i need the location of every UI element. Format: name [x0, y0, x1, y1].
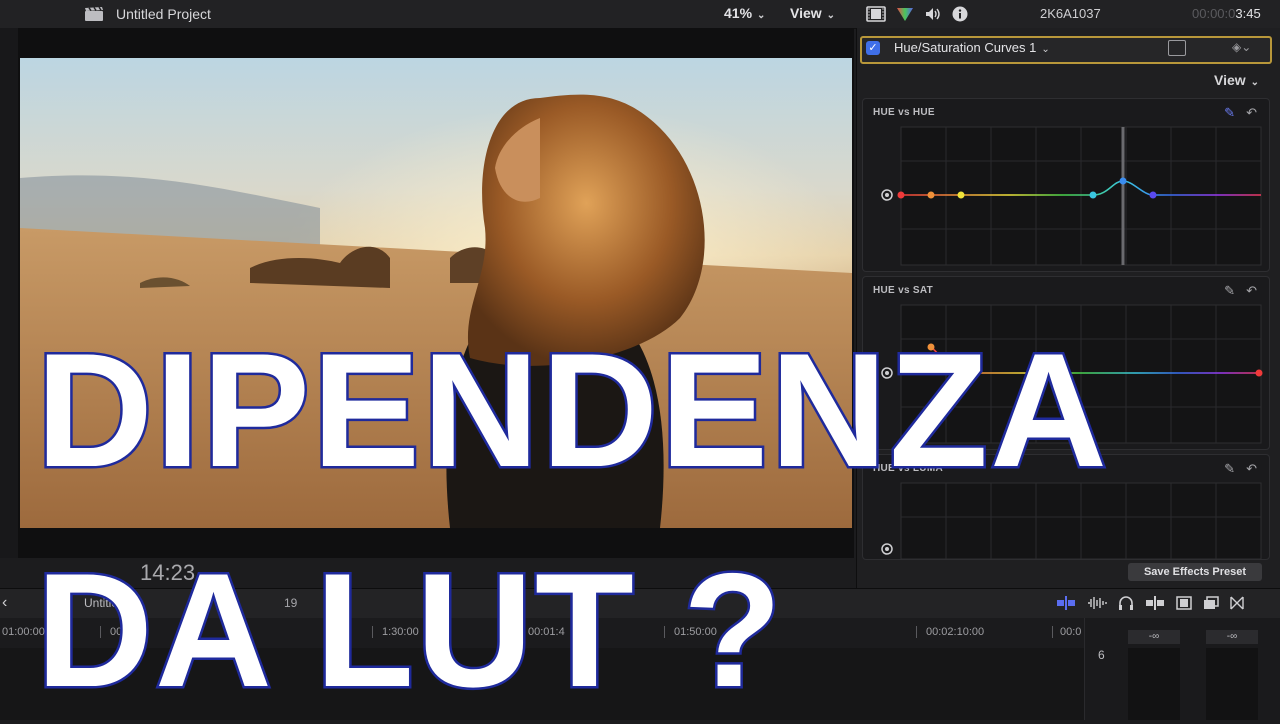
- curve-title: HUE vs SAT: [873, 285, 934, 296]
- mask-icon[interactable]: [1168, 40, 1186, 56]
- waveform-icon[interactable]: [1087, 596, 1107, 610]
- project-title: Untitled Project: [116, 6, 211, 22]
- meter-right: [1206, 648, 1258, 720]
- clip-duration: 00:00:03:45: [1192, 6, 1261, 21]
- reset-icon[interactable]: ↶: [1246, 461, 1257, 477]
- color-triangle-icon[interactable]: [896, 6, 914, 22]
- reset-icon[interactable]: ↶: [1246, 283, 1257, 299]
- meter-scale-label: 6: [1098, 648, 1105, 662]
- meter-peak-right: -∞: [1206, 630, 1258, 644]
- eyedropper-icon[interactable]: ✎: [1224, 283, 1235, 299]
- ruler-tick: [1052, 626, 1053, 638]
- curve-graph[interactable]: [863, 99, 1269, 271]
- effect-name-menu[interactable]: Hue/Saturation Curves 1 ⌄: [894, 40, 1050, 55]
- eyedropper-icon[interactable]: ✎: [1224, 105, 1235, 121]
- zoom-menu[interactable]: 41% ⌄: [724, 5, 765, 21]
- meter-peak-left: -∞: [1128, 630, 1180, 644]
- overlay-title-line-2: DA LUT ?: [34, 538, 785, 724]
- effect-name: Hue/Saturation Curves 1: [894, 40, 1037, 55]
- meter-left: [1128, 648, 1180, 720]
- ruler-label: 00:0: [1060, 626, 1082, 638]
- curve-hue-vs-hue: HUE vs HUE ✎ ↶: [862, 98, 1270, 272]
- browser-edge: [0, 28, 19, 558]
- chevron-down-icon: ⌄: [757, 10, 766, 21]
- clip-browser-icon[interactable]: [1203, 596, 1219, 610]
- ruler-label: 00:02:10:00: [926, 626, 985, 638]
- view-label: View: [790, 5, 822, 21]
- overlay-title-line-1: DIPENDENZA: [33, 318, 1110, 504]
- film-icon[interactable]: [866, 6, 886, 22]
- headphones-icon[interactable]: [1118, 596, 1134, 610]
- transitions-icon[interactable]: [1230, 596, 1244, 610]
- inspector-tabs: [866, 4, 968, 24]
- reset-icon[interactable]: ↶: [1246, 105, 1257, 121]
- curve-title: HUE vs HUE: [873, 107, 935, 118]
- timeline-tools: [1056, 594, 1244, 612]
- effect-enable-checkbox[interactable]: ✓: [866, 41, 880, 55]
- chevron-down-icon: ⌄: [826, 10, 836, 21]
- shape-mask-icon[interactable]: ◈⌄: [1232, 40, 1251, 54]
- chevron-down-icon: ⌄: [1041, 44, 1050, 55]
- view-label: View: [1214, 72, 1246, 88]
- save-effects-preset-button[interactable]: Save Effects Preset: [1128, 563, 1262, 581]
- inspector-view-menu[interactable]: View ⌄: [1214, 72, 1259, 88]
- clip-appearance-icon[interactable]: [1056, 596, 1076, 610]
- clip-filmstrip-icon[interactable]: [1176, 596, 1192, 610]
- duration-prefix: 00:00:0: [1192, 6, 1236, 21]
- info-icon[interactable]: [952, 6, 968, 22]
- clip-name: 2K6A1037: [1040, 6, 1101, 21]
- zoom-value: 41%: [724, 5, 753, 21]
- ruler-tick: [916, 626, 917, 638]
- viewer-view-menu[interactable]: View ⌄: [790, 5, 835, 21]
- back-icon[interactable]: ‹: [2, 594, 7, 612]
- chevron-down-icon: ⌄: [1250, 77, 1260, 88]
- snapping-icon[interactable]: [1145, 596, 1165, 610]
- eyedropper-icon[interactable]: ✎: [1224, 461, 1235, 477]
- speaker-icon[interactable]: [924, 6, 942, 22]
- duration-value: 3:45: [1235, 6, 1261, 21]
- clapperboard-icon[interactable]: [84, 6, 104, 22]
